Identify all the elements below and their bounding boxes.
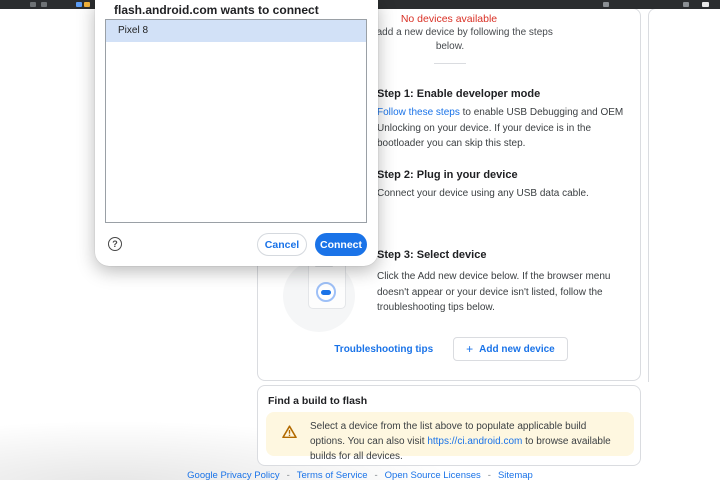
divider [434,63,466,64]
footer-link-privacy[interactable]: Google Privacy Policy [187,470,279,480]
warning-triangle-icon [282,425,297,443]
footer-link-licenses[interactable]: Open Source Licenses [385,470,481,480]
toolbar-icon[interactable] [683,2,689,7]
add-new-device-label: Add new device [479,344,555,355]
footer-separator: - [287,470,290,480]
step1-heading: Step 1: Enable developer mode [377,88,540,100]
add-new-device-button[interactable]: + Add new device [453,337,568,361]
device-list-item-pixel8[interactable]: Pixel 8 [106,20,366,42]
step3-body: Click the Add new device below. If the b… [377,269,627,316]
device-connect-dialog: flash.android.com wants to connect Pixel… [95,0,378,266]
troubleshooting-tips-button[interactable]: Troubleshooting tips [330,338,437,361]
footer-separator: - [375,470,378,480]
screenshot-stage: No devices available Easily add a new de… [0,0,720,480]
toolbar-icon[interactable] [702,2,709,7]
find-build-card: Find a build to flash Select a device fr… [257,385,641,466]
usb-icon [316,282,336,302]
step1-body: Follow these steps to enable USB Debuggi… [377,105,627,152]
step3-heading: Step 3: Select device [377,249,486,261]
footer: Google Privacy Policy - Terms of Service… [0,470,720,480]
help-icon[interactable]: ? [108,237,122,251]
dialog-title: flash.android.com wants to connect [114,3,319,17]
step2-heading: Step 2: Plug in your device [377,169,518,181]
find-build-heading: Find a build to flash [268,395,367,407]
usb-plug-icon [321,290,331,295]
ci-android-link[interactable]: https://ci.android.com [427,436,522,447]
warning-text: Select a device from the list above to p… [310,419,622,464]
window-control-icon[interactable] [41,2,47,7]
connect-button[interactable]: Connect [315,233,367,256]
favicon-blue-icon[interactable] [76,2,82,7]
cancel-button[interactable]: Cancel [257,233,307,256]
warning-banner: Select a device from the list above to p… [266,412,634,456]
footer-link-sitemap[interactable]: Sitemap [498,470,533,480]
device-listbox[interactable]: Pixel 8 [105,19,367,223]
plus-icon: + [466,342,473,356]
step3-actions: Troubleshooting tips + Add new device [258,337,640,361]
footer-separator: - [488,470,491,480]
favicon-yellow-icon[interactable] [84,2,90,7]
follow-these-steps-link[interactable]: Follow these steps [377,107,460,118]
step2-body: Connect your device using any USB data c… [377,186,627,202]
footer-link-terms[interactable]: Terms of Service [297,470,368,480]
right-side-panel [648,8,720,382]
toolbar-icon[interactable] [603,2,609,7]
window-control-icon[interactable] [30,2,36,7]
